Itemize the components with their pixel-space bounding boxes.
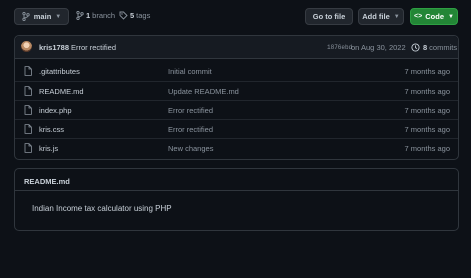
branch-icon <box>76 11 84 20</box>
readme-content: Indian Income tax calculator using PHP <box>32 204 172 213</box>
branches-label: branch <box>92 11 116 20</box>
add-file-label: Add file <box>362 12 390 21</box>
table-row[interactable]: index.php Error rectified 7 months ago <box>15 100 458 119</box>
commit-date: on Aug 30, 2022 <box>351 43 406 52</box>
code-icon: <> <box>414 13 423 20</box>
file-name[interactable]: README.md <box>39 87 84 96</box>
file-age: 7 months ago <box>404 125 450 134</box>
file-icon <box>24 124 32 134</box>
table-row[interactable]: kris.css Error rectified 7 months ago <box>15 119 458 138</box>
file-icon <box>24 105 32 115</box>
readme-header: README.md <box>15 169 458 191</box>
branch-icon <box>22 12 30 21</box>
file-age: 7 months ago <box>404 106 450 115</box>
commit-author[interactable]: kris1788 <box>39 43 69 52</box>
file-commit-message[interactable]: Error rectified <box>168 125 213 134</box>
tags-label: tags <box>136 11 151 20</box>
avatar[interactable] <box>21 41 32 52</box>
branch-name: main <box>33 12 52 21</box>
commit-hash[interactable]: 1876ebd <box>327 44 352 51</box>
branches-link[interactable]: 1 branch <box>76 11 115 20</box>
file-name[interactable]: kris.css <box>39 125 64 134</box>
chevron-down-icon: ▼ <box>393 13 400 20</box>
table-row[interactable]: kris.js New changes 7 months ago <box>15 138 458 157</box>
file-commit-message[interactable]: Initial commit <box>168 67 212 76</box>
readme-panel: README.md Indian Income tax calculator u… <box>14 168 459 231</box>
file-name[interactable]: index.php <box>39 106 72 115</box>
file-icon <box>24 66 32 76</box>
chevron-down-icon: ▼ <box>447 13 454 20</box>
file-commit-message[interactable]: New changes <box>168 144 213 153</box>
file-list: kris1788 Error rectified 1876ebd on Aug … <box>14 35 459 160</box>
file-name[interactable]: .gitattributes <box>39 67 80 76</box>
latest-commit-bar: kris1788 Error rectified 1876ebd on Aug … <box>15 36 458 59</box>
file-age: 7 months ago <box>404 67 450 76</box>
file-age: 7 months ago <box>404 87 450 96</box>
code-button[interactable]: <> Code ▼ <box>410 8 458 25</box>
branches-count: 1 <box>86 11 91 20</box>
history-icon <box>411 43 420 52</box>
commits-label: commits <box>429 43 458 52</box>
tags-link[interactable]: 5 tags <box>119 11 150 20</box>
add-file-button[interactable]: Add file ▼ <box>358 8 404 25</box>
tags-count: 5 <box>130 11 135 20</box>
code-label: Code <box>425 12 444 21</box>
file-name[interactable]: kris.js <box>39 144 58 153</box>
tag-icon <box>119 11 128 20</box>
table-row[interactable]: README.md Update README.md 7 months ago <box>15 81 458 100</box>
commits-link[interactable]: 8 commits <box>411 43 457 52</box>
go-to-file-button[interactable]: Go to file <box>305 8 353 25</box>
file-icon <box>24 143 32 153</box>
chevron-down-icon: ▼ <box>55 13 62 20</box>
file-commit-message[interactable]: Error rectified <box>168 106 213 115</box>
table-row[interactable]: .gitattributes Initial commit 7 months a… <box>15 62 458 81</box>
go-to-file-label: Go to file <box>312 12 346 21</box>
commits-count: 8 <box>423 43 428 52</box>
file-age: 7 months ago <box>404 144 450 153</box>
commit-message[interactable]: Error rectified <box>71 43 116 52</box>
file-icon <box>24 86 32 96</box>
branch-selector-button[interactable]: main ▼ <box>14 8 69 25</box>
readme-title[interactable]: README.md <box>24 177 70 186</box>
file-commit-message[interactable]: Update README.md <box>168 87 239 96</box>
